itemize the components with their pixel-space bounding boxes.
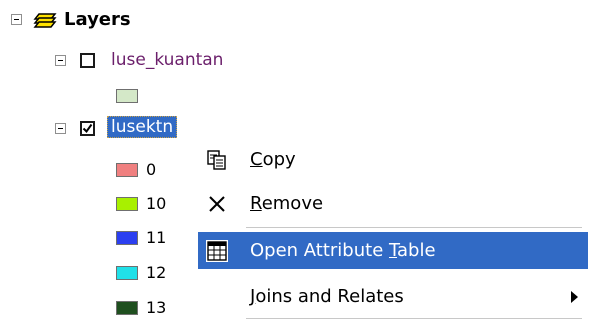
layer-visibility-checkbox[interactable] — [80, 53, 95, 68]
joins-and-relates-label: Joins and Relates — [250, 286, 404, 307]
copy-icon — [207, 150, 226, 170]
copy-menu-item[interactable]: Copy — [198, 141, 588, 178]
class-label: 13 — [146, 298, 167, 317]
class-swatch[interactable] — [116, 197, 138, 211]
joins-and-relates-menu-item[interactable]: Joins and Relates — [198, 278, 588, 315]
menu-separator — [246, 318, 582, 319]
collapse-layer-toggle[interactable] — [55, 123, 66, 134]
remove-menu-item[interactable]: Remove — [198, 185, 588, 222]
checkmark-icon — [82, 123, 93, 134]
class-label: 10 — [146, 194, 167, 213]
submenu-arrow-icon — [571, 291, 578, 303]
layer-symbol-swatch[interactable] — [116, 89, 138, 103]
class-label: 0 — [146, 160, 157, 179]
data-frame-title: Layers — [64, 9, 131, 30]
class-swatch[interactable] — [116, 266, 138, 280]
class-label: 12 — [146, 263, 167, 282]
class-swatch[interactable] — [116, 301, 138, 315]
layer-name[interactable]: luse_kuantan — [111, 49, 223, 71]
layer-name[interactable]: lusektn — [107, 116, 178, 138]
layer-visibility-checkbox[interactable] — [80, 121, 95, 136]
collapse-layers-toggle[interactable] — [11, 14, 22, 25]
class-swatch[interactable] — [116, 231, 138, 245]
open-attribute-table-label: Open Attribute Table — [250, 240, 436, 261]
table-icon — [206, 240, 228, 262]
remove-label: Remove — [250, 193, 324, 214]
class-label: 11 — [146, 228, 167, 247]
menu-separator — [246, 227, 582, 228]
remove-icon — [209, 196, 225, 212]
collapse-layer-toggle[interactable] — [55, 55, 66, 66]
open-attribute-table-menu-item[interactable]: Open Attribute Table — [198, 232, 588, 269]
copy-label: Copy — [250, 149, 296, 170]
class-swatch[interactable] — [116, 163, 138, 177]
context-menu: Copy Remove Open Attribute Table Joins a… — [198, 140, 588, 323]
layers-icon — [33, 13, 57, 28]
